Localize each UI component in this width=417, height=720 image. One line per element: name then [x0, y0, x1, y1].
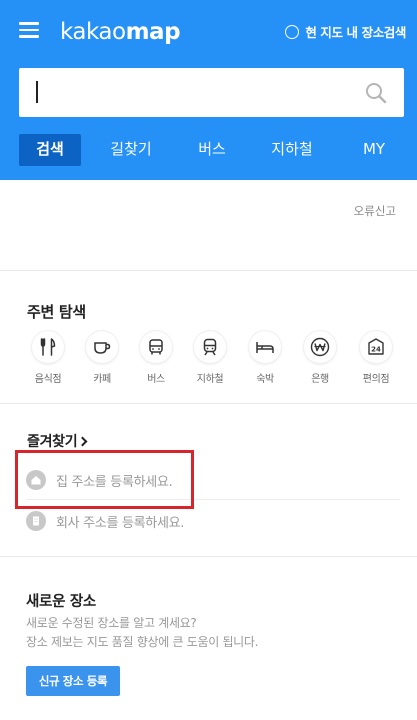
app-header: kakaomap 현 지도 내 장소검색 검색 길찾기 버스 지하철 MY	[0, 0, 417, 180]
map-area-search-label: 현 지도 내 장소검색	[305, 25, 406, 40]
kakaomap-logo[interactable]: kakaomap	[60, 17, 181, 47]
category-label: 지하철	[196, 374, 224, 385]
category-bus-circle	[140, 331, 172, 363]
new-place-desc-line: 장소 제보는 지도 품질 향상에 큰 도움이 됩니다.	[26, 635, 259, 649]
favorite-office-text: 회사 주소를 등록하세요.	[56, 515, 185, 531]
search-input[interactable]	[33, 68, 353, 117]
tab-search[interactable]: 검색	[19, 134, 81, 166]
favorites-title: 즐겨찾기	[27, 434, 78, 450]
office-icon	[26, 511, 46, 531]
chevron-right-icon	[77, 436, 88, 447]
category-subway[interactable]: 지하철	[185, 331, 235, 385]
fork-knife-icon	[40, 338, 56, 356]
search-icon[interactable]	[364, 81, 388, 105]
category-cafe-circle	[86, 331, 118, 363]
category-label: 은행	[311, 374, 329, 385]
register-new-place-button[interactable]: 신규 장소 등록	[26, 666, 120, 696]
radio-circle-icon[interactable]	[285, 24, 300, 39]
subway-icon	[203, 338, 217, 356]
error-report-link[interactable]: 오류신고	[354, 203, 396, 219]
tab-bus[interactable]: 버스	[188, 134, 236, 166]
map-area-search-toggle[interactable]: 현 지도 내 장소검색	[285, 22, 406, 41]
category-bank[interactable]: 은행	[295, 331, 345, 385]
category-lodging[interactable]: 숙박	[240, 331, 290, 385]
category-convenience-store[interactable]: 24 편의점	[351, 331, 401, 385]
search-box[interactable]	[19, 68, 404, 117]
highlight-annotation-box	[15, 450, 194, 509]
category-restaurant-circle	[32, 331, 64, 363]
new-place-title: 새로운 장소	[26, 594, 96, 610]
tab-subway[interactable]: 지하철	[264, 134, 320, 166]
logo-text-map: map	[125, 19, 181, 45]
favorite-office-item[interactable]: 회사 주소를 등록하세요.	[26, 511, 184, 531]
category-subway-circle	[194, 331, 226, 363]
text-caret	[36, 81, 38, 103]
main-tabs: 검색 길찾기 버스 지하철 MY	[0, 134, 417, 168]
svg-text:24: 24	[371, 346, 381, 354]
category-cafe[interactable]: 카페	[77, 331, 127, 385]
tab-my[interactable]: MY	[352, 134, 396, 166]
tab-directions[interactable]: 길찾기	[103, 134, 159, 166]
logo-text-kakao: kakao	[60, 19, 126, 45]
category-restaurant[interactable]: 음식점	[23, 331, 73, 385]
bed-icon	[256, 342, 274, 353]
category-label: 편의점	[362, 374, 390, 385]
hamburger-menu-icon[interactable]	[19, 22, 39, 38]
favorites-title-link[interactable]: 즐겨찾기	[27, 431, 88, 451]
new-place-description: 새로운 수정된 장소를 알고 계세요? 장소 제보는 지도 품질 향상에 큰 도…	[26, 614, 258, 652]
category-label: 숙박	[256, 374, 274, 385]
category-lodging-circle	[249, 331, 281, 363]
category-label: 버스	[147, 374, 165, 385]
category-bank-circle	[304, 331, 336, 363]
section-divider	[0, 403, 417, 404]
section-divider	[0, 270, 417, 271]
coffee-cup-icon	[94, 342, 111, 354]
bus-icon	[149, 339, 163, 355]
section-divider	[0, 556, 417, 557]
category-convenience-store-circle: 24	[360, 331, 392, 363]
store-24-icon: 24	[368, 338, 384, 355]
category-label: 음식점	[34, 374, 62, 385]
won-icon	[310, 337, 330, 357]
new-place-desc-line: 새로운 수정된 장소를 알고 계세요?	[26, 616, 197, 630]
nearby-section-title: 주변 탐색	[27, 303, 86, 321]
category-bus[interactable]: 버스	[131, 331, 181, 385]
category-label: 카페	[93, 374, 111, 385]
